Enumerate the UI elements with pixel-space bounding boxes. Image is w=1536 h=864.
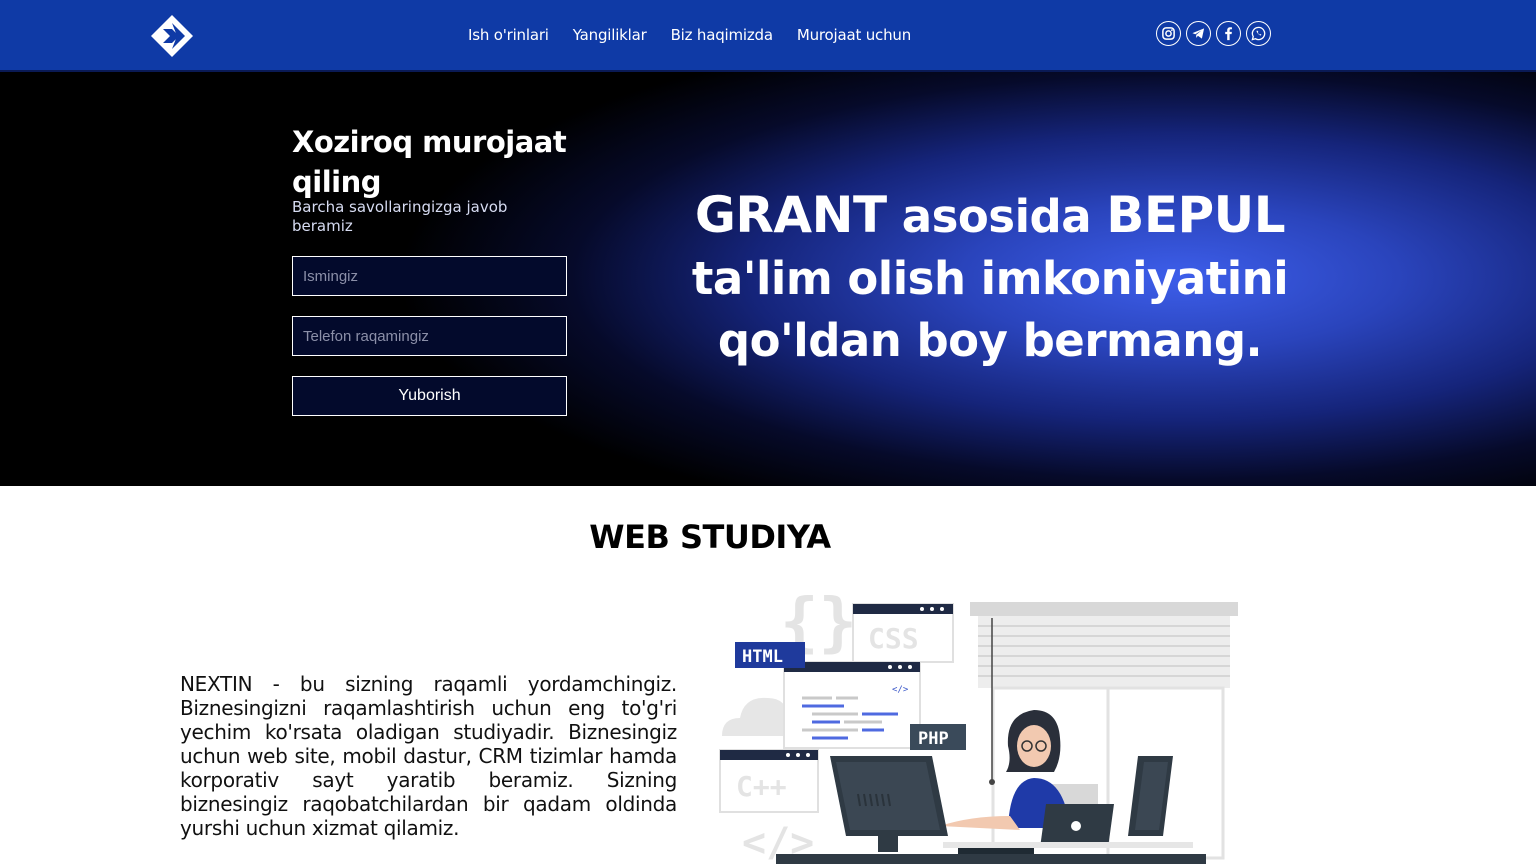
headline-line-1: GRANT asosida BEPUL [690,184,1290,248]
form-title: Xoziroq murojaat qiling [292,125,567,199]
logo-icon[interactable] [150,14,194,58]
submit-button[interactable]: Yuborish [292,376,567,416]
name-field[interactable] [292,256,567,296]
nav-link-jobs[interactable]: Ish o'rinlari [468,26,549,44]
illus-css-label: CSS [868,622,919,655]
section-title: WEB STUDIYA [589,518,831,556]
headline-grant: GRANT [694,186,887,244]
hero-section: Xoziroq murojaat qiling Barcha savollari… [0,72,1536,486]
svg-text:</>: </> [892,685,909,695]
nav-link-about[interactable]: Biz haqimizda [671,26,773,44]
headline-asosida: asosida [886,190,1107,243]
instagram-icon[interactable] [1156,21,1181,46]
about-text: NEXTIN - bu sizning raqamli yordamchingi… [180,672,677,840]
illus-cpp-label: C++ [736,770,787,803]
headline-bepul: BEPUL [1106,186,1286,244]
nav-link-news[interactable]: Yangiliklar [573,26,647,44]
headline-line-3: qo'ldan boy bermang. [717,314,1263,367]
main-nav: Ish o'rinlari Yangiliklar Biz haqimizda … [468,26,911,44]
hero-headline: GRANT asosida BEPUL ta'lim olish imkoniy… [690,184,1290,372]
phone-field[interactable] [292,316,567,356]
form-subtitle: Barcha savollaringizga javob beramiz [292,198,508,235]
top-navbar: Ish o'rinlari Yangiliklar Biz haqimizda … [0,0,1536,72]
social-links [1156,21,1271,46]
telegram-icon[interactable] [1186,21,1211,46]
nav-link-contact[interactable]: Murojaat uchun [797,26,911,44]
whatsapp-icon[interactable] [1246,21,1271,46]
developer-illustration: {} CSS </> HTML PHP C++ </> [708,586,1248,864]
illus-html-label: HTML [742,647,783,667]
facebook-icon[interactable] [1216,21,1241,46]
headline-line-2: ta'lim olish imkoniyatini [691,252,1289,305]
illus-php-label: PHP [918,729,949,749]
